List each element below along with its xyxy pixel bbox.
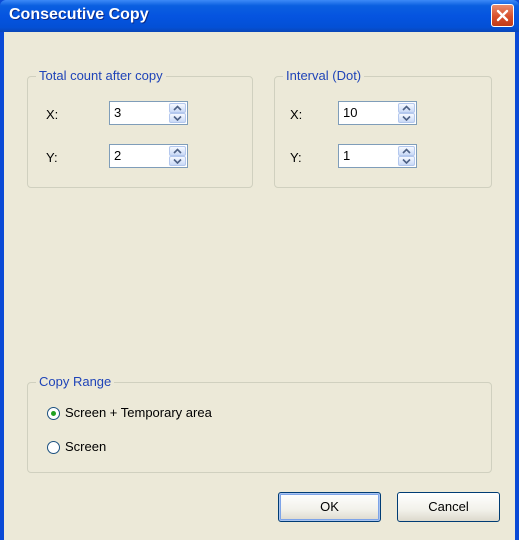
spin-up-button[interactable] xyxy=(169,103,186,113)
total-count-x-stepper[interactable]: 3 xyxy=(109,101,188,125)
interval-y-label: Y: xyxy=(290,150,302,165)
radio-screen-label[interactable]: Screen xyxy=(65,439,106,454)
interval-group-label: Interval (Dot) xyxy=(283,68,365,84)
title-bar[interactable]: Consecutive Copy xyxy=(0,0,519,32)
interval-x-value[interactable]: 10 xyxy=(343,105,357,120)
chevron-down-icon xyxy=(173,158,182,164)
total-count-x-label: X: xyxy=(46,107,59,122)
radio-screen-temporary-label[interactable]: Screen + Temporary area xyxy=(65,405,212,420)
ok-button[interactable]: OK xyxy=(278,492,381,522)
copy-range-group: Copy Range Screen + Temporary area Scree… xyxy=(27,374,492,473)
chevron-up-icon xyxy=(173,105,182,111)
spin-down-button[interactable] xyxy=(169,113,186,123)
dialog-body: Total count after copy X: 3 Y: 2 Interva… xyxy=(4,32,515,540)
close-button[interactable] xyxy=(491,4,514,27)
chevron-up-icon xyxy=(173,148,182,154)
spin-up-button[interactable] xyxy=(398,146,415,156)
radio-button[interactable] xyxy=(47,441,60,454)
interval-x-label: X: xyxy=(290,107,303,122)
total-count-y-stepper[interactable]: 2 xyxy=(109,144,188,168)
spin-up-button[interactable] xyxy=(398,103,415,113)
chevron-down-icon xyxy=(173,115,182,121)
interval-x-stepper[interactable]: 10 xyxy=(338,101,417,125)
chevron-up-icon xyxy=(402,148,411,154)
total-count-x-value[interactable]: 3 xyxy=(114,105,121,120)
spin-down-button[interactable] xyxy=(398,156,415,166)
total-count-y-value[interactable]: 2 xyxy=(114,148,121,163)
spin-down-button[interactable] xyxy=(169,156,186,166)
chevron-down-icon xyxy=(402,158,411,164)
chevron-down-icon xyxy=(402,115,411,121)
chevron-up-icon xyxy=(402,105,411,111)
radio-button-selected[interactable] xyxy=(47,407,60,420)
spin-up-button[interactable] xyxy=(169,146,186,156)
dialog-window: Consecutive Copy Total count after copy … xyxy=(0,0,519,540)
interval-group: Interval (Dot) X: 10 Y: 1 xyxy=(274,68,492,188)
spin-down-button[interactable] xyxy=(398,113,415,123)
interval-y-stepper[interactable]: 1 xyxy=(338,144,417,168)
dialog-title: Consecutive Copy xyxy=(9,6,149,23)
total-count-group-label: Total count after copy xyxy=(36,68,166,84)
total-count-y-label: Y: xyxy=(46,150,58,165)
close-icon xyxy=(496,9,509,22)
cancel-button[interactable]: Cancel xyxy=(397,492,500,522)
total-count-group: Total count after copy X: 3 Y: 2 xyxy=(27,68,253,188)
interval-y-value[interactable]: 1 xyxy=(343,148,350,163)
copy-range-group-label: Copy Range xyxy=(36,374,115,390)
